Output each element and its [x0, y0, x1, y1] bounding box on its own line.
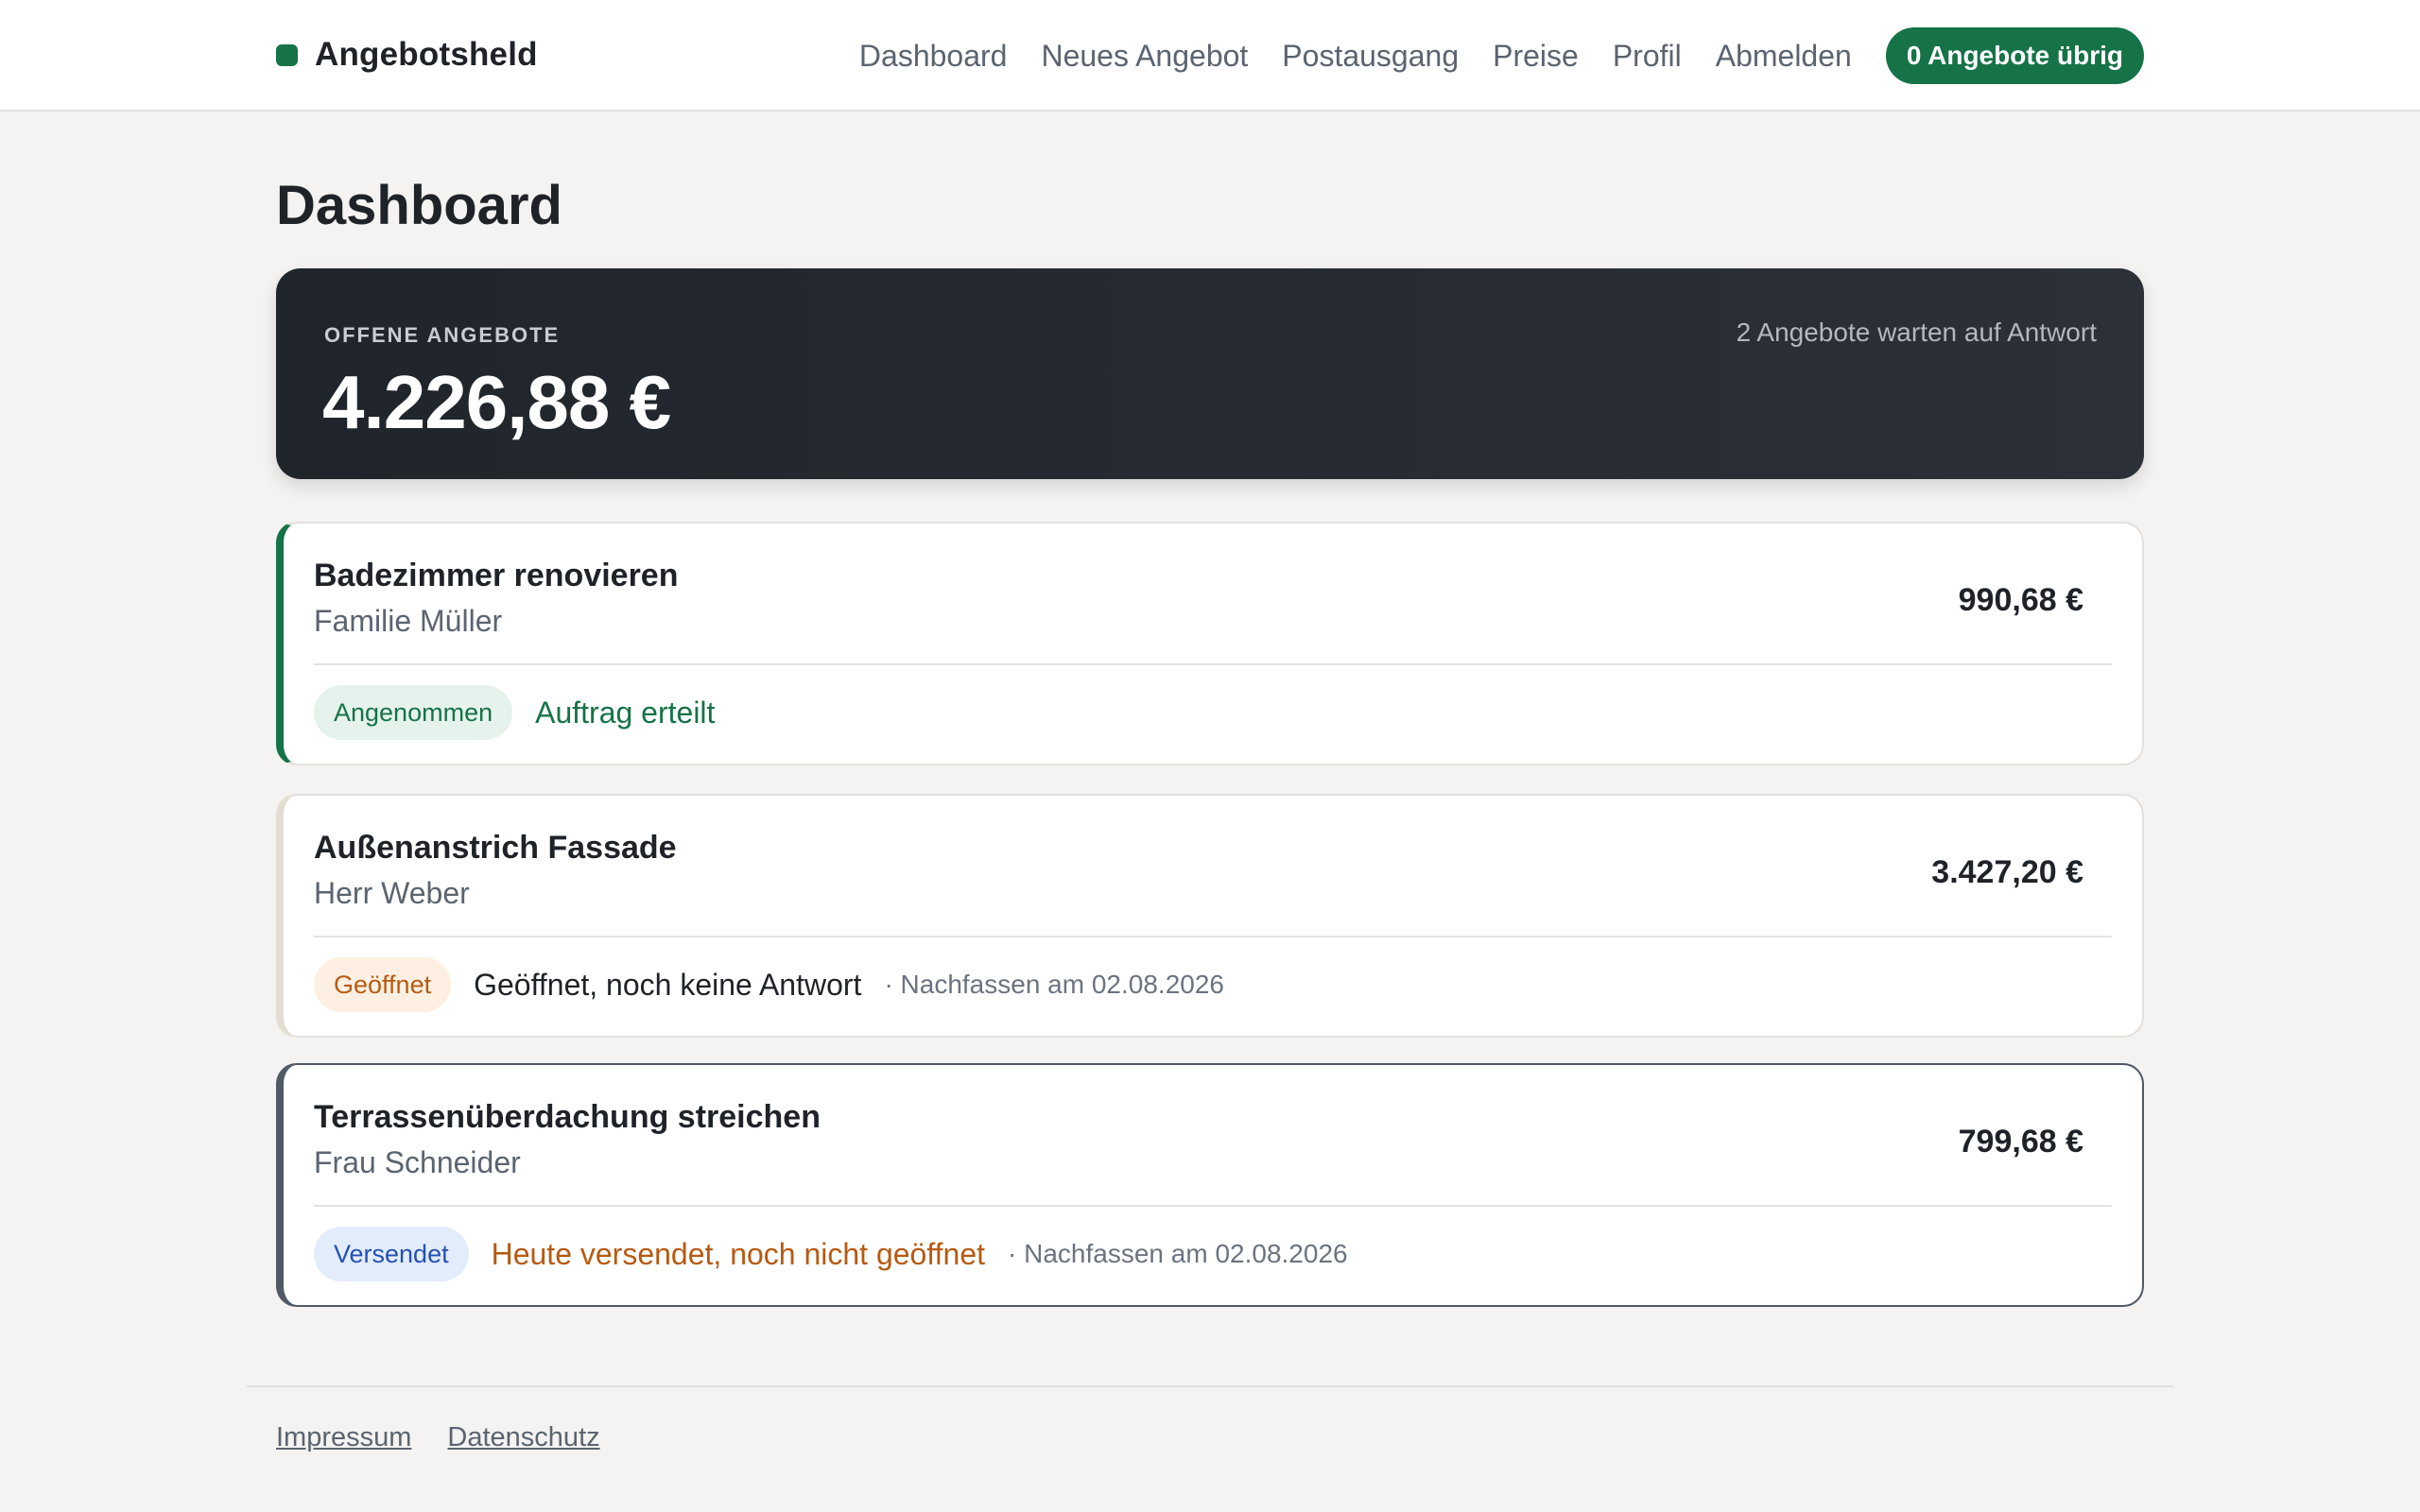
- nav-link-dashboard[interactable]: Dashboard: [859, 39, 1008, 74]
- offer-title: Außenanstrich Fassade: [314, 830, 677, 866]
- nav-link-logout[interactable]: Abmelden: [1716, 39, 1852, 74]
- status-badge: Versendet: [314, 1227, 469, 1281]
- footer-divider: [247, 1385, 2173, 1387]
- card-divider: [314, 936, 2112, 937]
- summary-amount: 4.226,88 €: [322, 360, 671, 444]
- offer-amount: 3.427,20 €: [1931, 854, 2083, 890]
- top-navigation-bar: Angebotsheld Dashboard Neues Angebot Pos…: [0, 0, 2420, 112]
- offer-status-row: Geöffnet Geöffnet, noch keine Antwort · …: [314, 957, 1224, 1012]
- open-offers-summary-card: OFFENE ANGEBOTE 4.226,88 € 2 Angebote wa…: [276, 268, 2144, 479]
- status-badge: Angenommen: [314, 685, 513, 740]
- nav-link-pricing[interactable]: Preise: [1493, 39, 1579, 74]
- offer-title: Badezimmer renovieren: [314, 558, 679, 593]
- footer-link-imprint[interactable]: Impressum: [276, 1422, 411, 1453]
- offer-card[interactable]: Außenanstrich Fassade Herr Weber 3.427,2…: [276, 794, 2144, 1038]
- brand-mark-icon: [276, 43, 298, 66]
- offer-card[interactable]: Badezimmer renovieren Familie Müller 990…: [276, 522, 2144, 765]
- followup-date: · Nachfassen am 02.08.2026: [884, 970, 1224, 999]
- card-divider: [314, 663, 2112, 665]
- offer-title: Terrassenüberdachung streichen: [314, 1099, 821, 1135]
- main-nav: Dashboard Neues Angebot Postausgang Prei…: [859, 27, 2144, 84]
- offer-client: Herr Weber: [314, 876, 470, 910]
- offer-amount: 799,68 €: [1958, 1124, 2083, 1160]
- status-text: Auftrag erteilt: [535, 695, 716, 730]
- offer-status-row: Versendet Heute versendet, noch nicht ge…: [314, 1227, 1348, 1281]
- summary-waiting-note: 2 Angebote warten auf Antwort: [1736, 318, 2097, 347]
- offer-client: Familie Müller: [314, 604, 503, 638]
- offer-status-row: Angenommen Auftrag erteilt: [314, 685, 715, 740]
- nav-link-outbox[interactable]: Postausgang: [1282, 39, 1459, 74]
- offer-card[interactable]: Terrassenüberdachung streichen Frau Schn…: [276, 1063, 2144, 1307]
- footer-link-privacy[interactable]: Datenschutz: [447, 1422, 599, 1453]
- offer-client: Frau Schneider: [314, 1145, 521, 1179]
- status-badge: Geöffnet: [314, 957, 452, 1012]
- offer-amount: 990,68 €: [1958, 582, 2083, 618]
- brand-name: Angebotsheld: [315, 36, 538, 73]
- page-title: Dashboard: [276, 175, 562, 236]
- followup-date: · Nachfassen am 02.08.2026: [1008, 1239, 1348, 1268]
- nav-link-profile[interactable]: Profil: [1613, 39, 1682, 74]
- nav-link-new-offer[interactable]: Neues Angebot: [1041, 39, 1248, 74]
- remaining-offers-button[interactable]: 0 Angebote übrig: [1885, 27, 2144, 84]
- status-text: Heute versendet, noch nicht geöffnet: [491, 1236, 986, 1271]
- brand-logo[interactable]: Angebotsheld: [276, 36, 538, 74]
- card-divider: [314, 1205, 2112, 1207]
- footer-links: Impressum Datenschutz: [276, 1422, 636, 1453]
- status-text: Geöffnet, noch keine Antwort: [474, 967, 862, 1002]
- summary-label: OFFENE ANGEBOTE: [324, 323, 561, 347]
